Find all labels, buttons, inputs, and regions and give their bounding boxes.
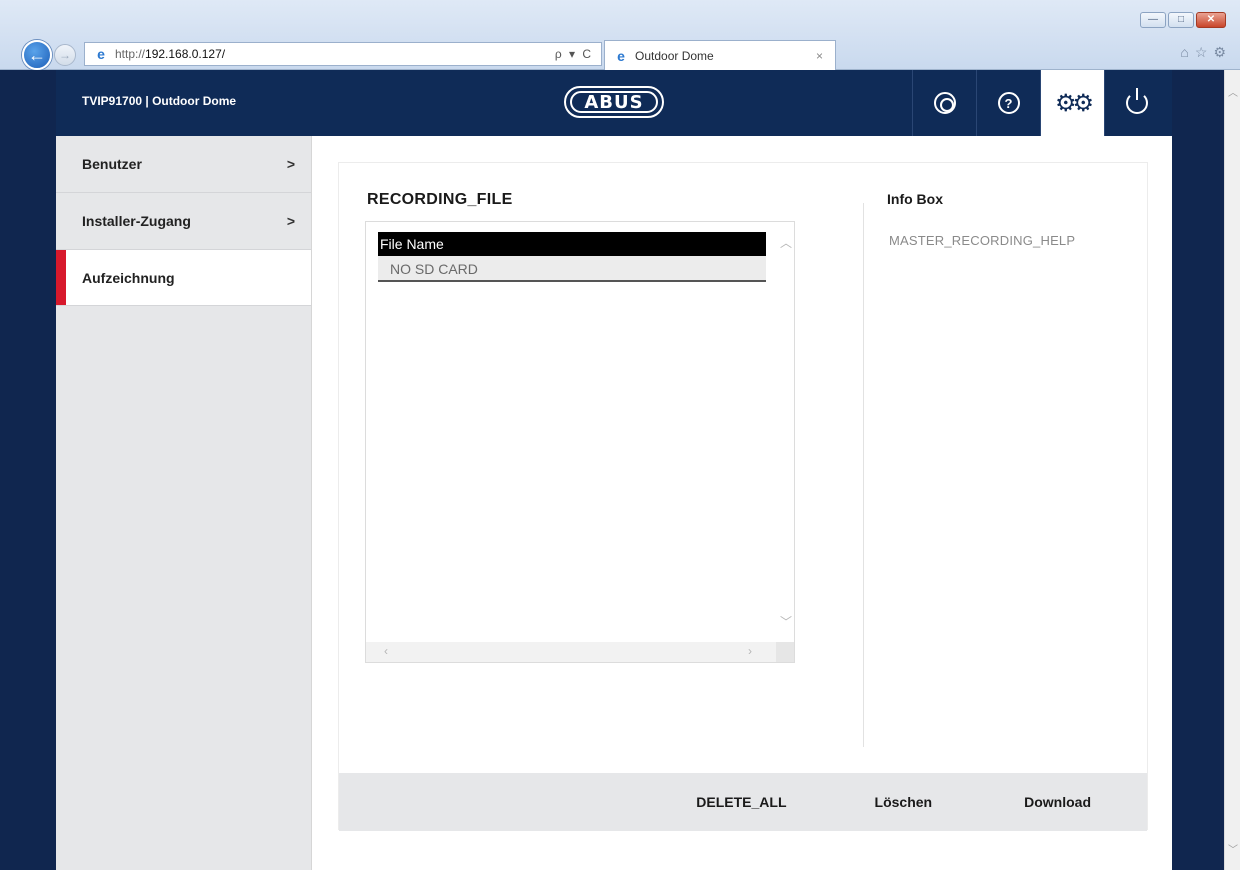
table-row[interactable]: NO SD CARD	[378, 256, 766, 282]
browser-tab-outdoor-dome[interactable]: e Outdoor Dome ×	[604, 40, 836, 70]
chevron-left-icon[interactable]: ‹	[384, 644, 388, 658]
address-bar[interactable]: e http://192.168.0.127/ ρ ▾ C	[84, 42, 602, 66]
chevron-right-icon[interactable]: ›	[748, 644, 752, 658]
file-list-horizontal-scrollbar[interactable]: ‹ ›	[366, 642, 778, 662]
file-table: File Name NO SD CARD	[378, 232, 766, 282]
close-window-icon[interactable]: ✕	[1196, 12, 1226, 28]
main-panel: RECORDING_FILE File Name NO SD CARD ︿ ﹀ …	[338, 162, 1148, 831]
page-side-band-right	[1172, 70, 1224, 870]
tab-settings[interactable]: ⚙⚙	[1040, 70, 1104, 136]
file-table-header[interactable]: File Name	[378, 232, 766, 256]
window-controls: — □ ✕	[1140, 12, 1226, 28]
url-prefix: http://	[115, 47, 146, 61]
sidebar-item-label: Benutzer	[82, 156, 142, 172]
ie-page-icon: e	[97, 46, 105, 62]
brand-logo-text: ABUS	[570, 91, 658, 113]
back-arrow-icon[interactable]: ←	[22, 40, 52, 70]
favorites-star-icon[interactable]: ☆	[1195, 44, 1208, 61]
scroll-up-icon[interactable]: ︿	[1228, 84, 1238, 99]
address-url[interactable]: http://192.168.0.127/	[115, 47, 555, 61]
help-icon: ?	[997, 92, 1020, 114]
chevron-down-icon[interactable]: ﹀	[780, 613, 792, 630]
browser-toolbar-icons: ⌂ ☆ ⚙	[1180, 44, 1226, 61]
delete-button[interactable]: Löschen	[875, 794, 933, 810]
section-title: RECORDING_FILE	[367, 191, 513, 208]
url-host: 192.168.0.127/	[145, 47, 226, 61]
tab-close-icon[interactable]: ×	[816, 49, 823, 63]
action-bar: DELETE_ALL Löschen Download	[339, 773, 1147, 831]
app-header: TVIP91700 | Outdoor Dome ABUS ? ⚙⚙	[56, 70, 1172, 136]
abus-logo: ABUS	[564, 86, 664, 118]
sidebar-item-benutzer[interactable]: Benutzer >	[56, 136, 311, 193]
home-icon[interactable]: ⌂	[1180, 44, 1188, 61]
chevron-right-icon: >	[286, 156, 295, 172]
tab-title: Outdoor Dome	[635, 48, 714, 63]
recording-file-list[interactable]: File Name NO SD CARD ︿ ﹀ ‹ ›	[365, 221, 795, 663]
info-box-text: MASTER_RECORDING_HELP	[889, 233, 1076, 248]
tab-help[interactable]: ?	[976, 70, 1040, 136]
power-icon	[1125, 88, 1148, 114]
tab-page-icon: e	[617, 47, 625, 64]
tools-gear-icon[interactable]: ⚙	[1213, 44, 1226, 61]
file-list-vertical-scrollbar[interactable]: ︿ ﹀	[776, 222, 794, 642]
info-box-title: Info Box	[887, 191, 943, 207]
sidebar-item-label: Aufzeichnung	[82, 269, 175, 286]
delete-all-button[interactable]: DELETE_ALL	[696, 794, 786, 810]
sidebar-item-label: Installer-Zugang	[82, 213, 191, 229]
minimize-icon[interactable]: —	[1140, 12, 1166, 28]
info-divider	[863, 203, 864, 747]
live-view-icon	[933, 92, 956, 114]
sidebar-item-aufzeichnung[interactable]: Aufzeichnung	[56, 250, 311, 306]
sidebar-item-installer-zugang[interactable]: Installer-Zugang >	[56, 193, 311, 250]
search-refresh-icons[interactable]: ρ ▾ C	[555, 47, 593, 61]
chevron-up-icon[interactable]: ︿	[780, 234, 792, 251]
device-title: TVIP91700 | Outdoor Dome	[82, 94, 237, 108]
download-button[interactable]: Download	[1024, 794, 1091, 810]
chevron-right-icon: >	[286, 213, 295, 229]
tab-logout[interactable]	[1104, 70, 1168, 136]
page-scrollbar[interactable]: ︿ ﹀	[1224, 70, 1240, 870]
tab-live-view[interactable]	[912, 70, 976, 136]
sidebar: Benutzer > Installer-Zugang > Aufzeichnu…	[56, 136, 312, 870]
forward-arrow-icon[interactable]: →	[54, 44, 76, 66]
gears-icon: ⚙⚙	[1054, 89, 1094, 117]
page-side-band-left	[0, 70, 56, 870]
scroll-down-icon[interactable]: ﹀	[1228, 841, 1238, 856]
maximize-icon[interactable]: □	[1168, 12, 1194, 28]
browser-chrome: — □ ✕ ← → e http://192.168.0.127/ ρ ▾ C …	[0, 0, 1240, 70]
scrollbar-corner	[776, 642, 794, 662]
